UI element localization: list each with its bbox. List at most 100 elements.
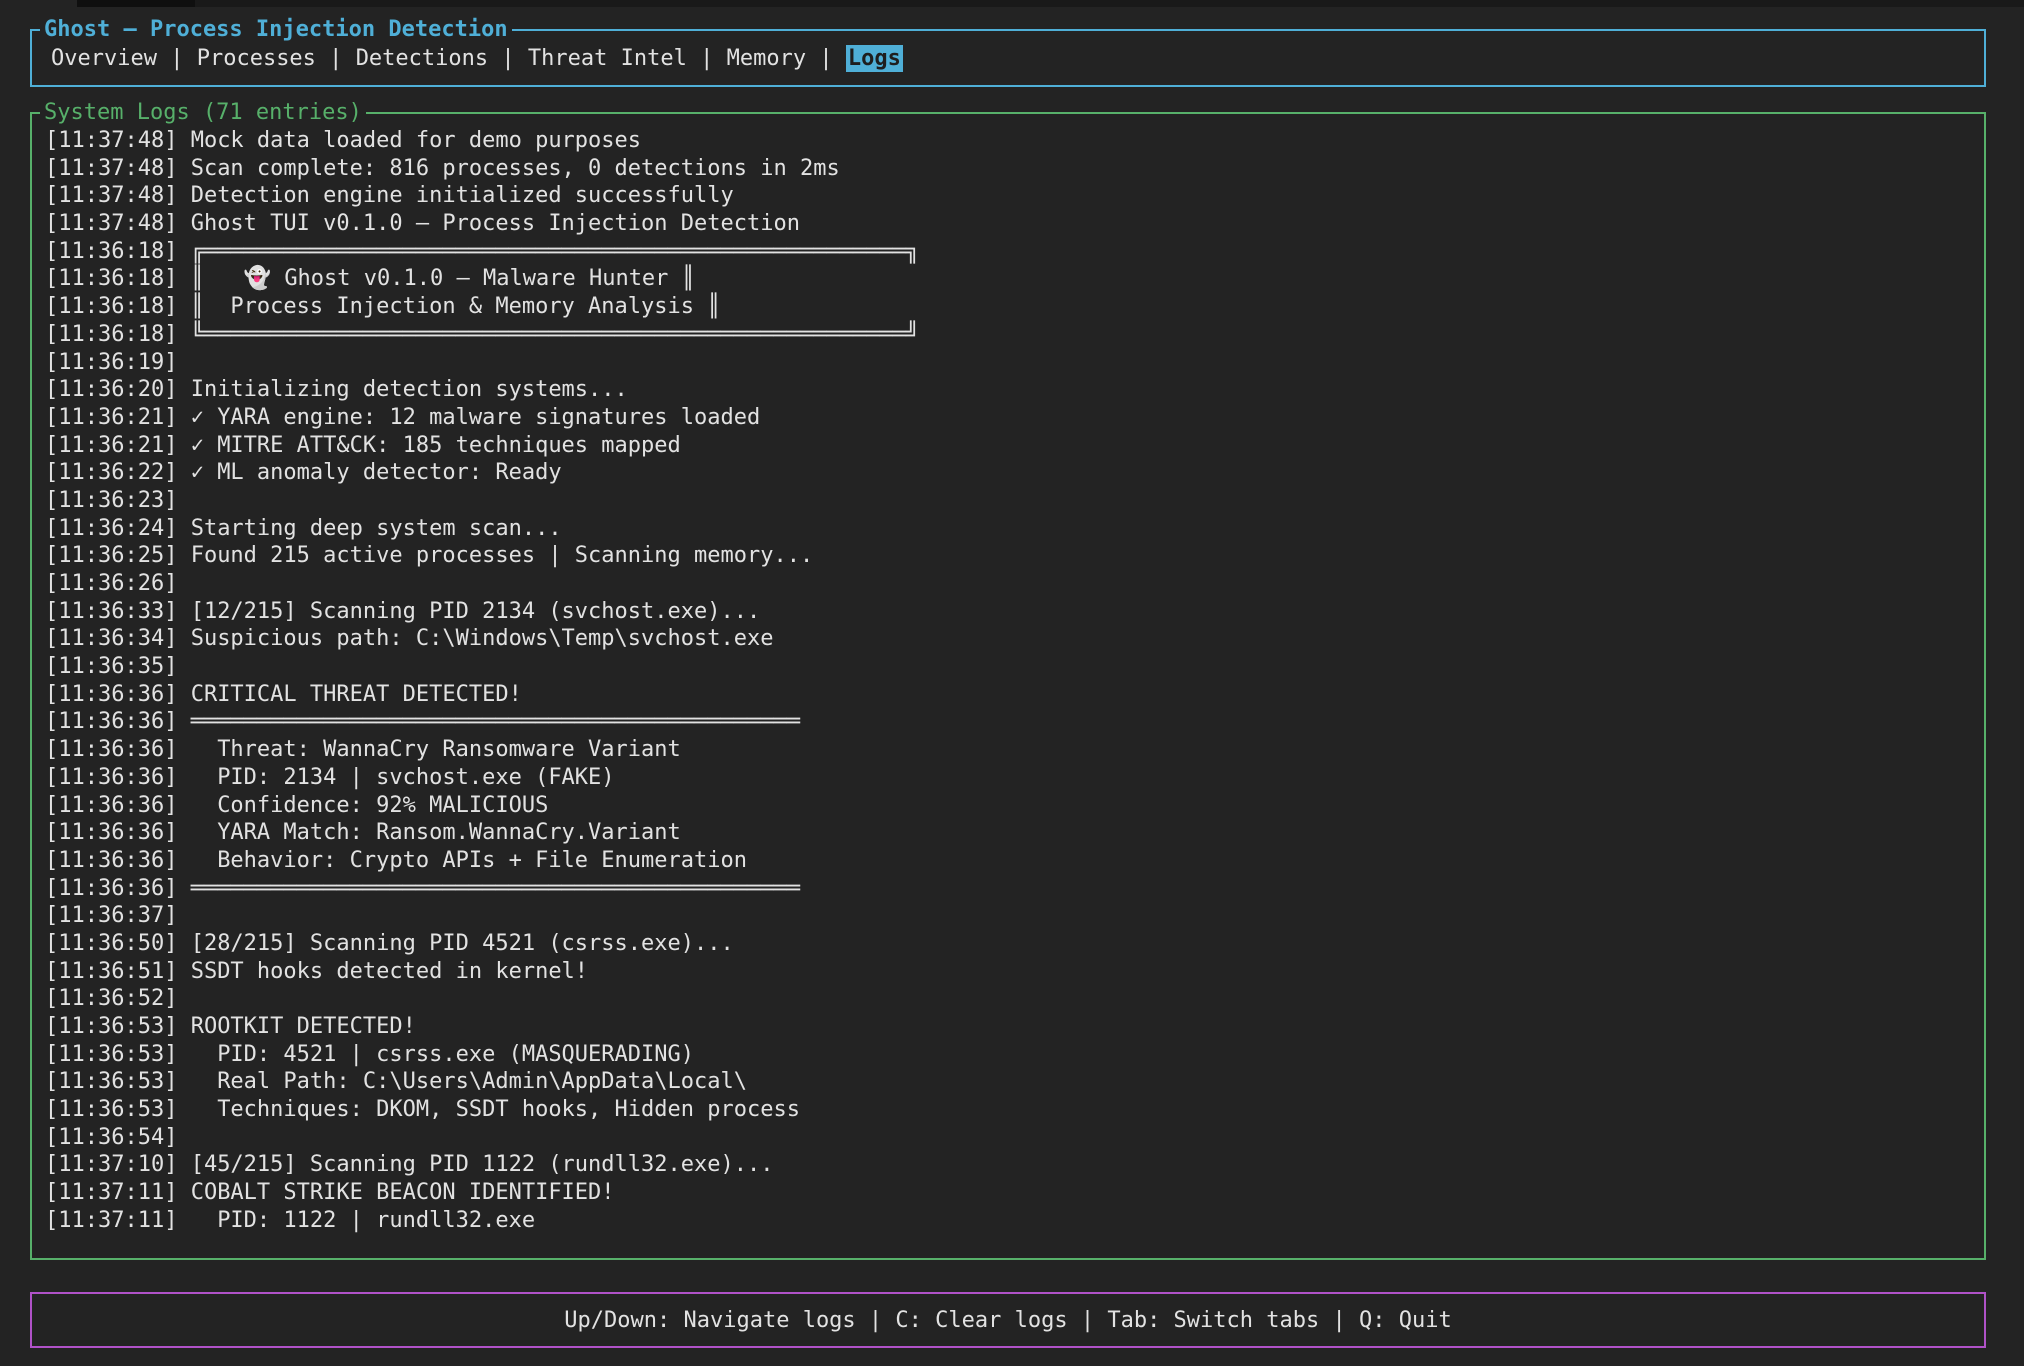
log-entry: [11:36:34] Suspicious path: C:\Windows\T… <box>45 625 1978 653</box>
log-entry: [11:36:19] <box>45 349 1978 377</box>
log-entry: [11:37:48] Ghost TUI v0.1.0 — Process In… <box>45 210 1978 238</box>
log-timestamp: [11:36:34] <box>45 626 177 651</box>
log-timestamp: [11:36:23] <box>45 488 177 513</box>
log-message: CRITICAL THREAT DETECTED! <box>177 682 521 707</box>
log-message: ✓ YARA engine: 12 malware signatures loa… <box>177 405 760 430</box>
header-panel: Ghost — Process Injection Detection Over… <box>30 29 1986 87</box>
log-timestamp: [11:36:53] <box>45 1097 177 1122</box>
tab-separator: | <box>687 46 727 71</box>
log-message: ════════════════════════════════════════… <box>177 876 800 901</box>
log-timestamp: [11:36:53] <box>45 1042 177 1067</box>
log-message: Starting deep system scan... <box>177 516 561 541</box>
log-timestamp: [11:36:18] <box>45 294 177 319</box>
log-entry: [11:36:18] ║ Process Injection & Memory … <box>45 293 1978 321</box>
log-timestamp: [11:37:48] <box>45 183 177 208</box>
log-entry: [11:37:48] Mock data loaded for demo pur… <box>45 127 1978 155</box>
log-message: Techniques: DKOM, SSDT hooks, Hidden pro… <box>177 1097 800 1122</box>
log-message: ════════════════════════════════════════… <box>177 709 800 734</box>
log-entry: [11:36:20] Initializing detection system… <box>45 376 1978 404</box>
tab-detections[interactable]: Detections <box>356 46 488 71</box>
log-timestamp: [11:37:11] <box>45 1208 177 1233</box>
log-entry: [11:36:36] Behavior: Crypto APIs + File … <box>45 847 1978 875</box>
log-message: [28/215] Scanning PID 4521 (csrss.exe)..… <box>177 931 733 956</box>
log-timestamp: [11:36:21] <box>45 405 177 430</box>
log-entry: [11:36:25] Found 215 active processes | … <box>45 542 1978 570</box>
log-entry: [11:36:53] Techniques: DKOM, SSDT hooks,… <box>45 1096 1978 1124</box>
log-timestamp: [11:36:21] <box>45 433 177 458</box>
log-timestamp: [11:37:48] <box>45 156 177 181</box>
log-message: PID: 4521 | csrss.exe (MASQUERADING) <box>177 1042 694 1067</box>
log-entry: [11:36:18] ╔════════════════════════════… <box>45 238 1978 266</box>
log-list[interactable]: [11:37:48] Mock data loaded for demo pur… <box>32 114 1984 1258</box>
log-message: Detection engine initialized successfull… <box>177 183 733 208</box>
log-entry: [11:36:23] <box>45 487 1978 515</box>
log-timestamp: [11:36:24] <box>45 516 177 541</box>
log-message: ║ 👻 Ghost v0.1.0 — Malware Hunter ║ <box>177 266 694 291</box>
log-entry: [11:37:11] PID: 1122 | rundll32.exe <box>45 1207 1978 1235</box>
log-entry: [11:37:48] Detection engine initialized … <box>45 182 1978 210</box>
log-timestamp: [11:36:22] <box>45 460 177 485</box>
log-entry: [11:37:10] [45/215] Scanning PID 1122 (r… <box>45 1151 1978 1179</box>
log-timestamp: [11:36:36] <box>45 765 177 790</box>
log-message: Behavior: Crypto APIs + File Enumeration <box>177 848 747 873</box>
log-entry: [11:36:26] <box>45 570 1978 598</box>
log-entry: [11:36:52] <box>45 985 1978 1013</box>
log-timestamp: [11:36:36] <box>45 848 177 873</box>
log-entry: [11:36:22] ✓ ML anomaly detector: Ready <box>45 459 1978 487</box>
tab-threat-intel[interactable]: Threat Intel <box>528 46 687 71</box>
tab-overview[interactable]: Overview <box>51 46 157 71</box>
log-timestamp: [11:36:36] <box>45 820 177 845</box>
log-message: ✓ ML anomaly detector: Ready <box>177 460 561 485</box>
app-title: Ghost — Process Injection Detection <box>40 16 512 44</box>
log-timestamp: [11:36:53] <box>45 1069 177 1094</box>
log-entry: [11:37:48] Scan complete: 816 processes,… <box>45 155 1978 183</box>
tab-logs[interactable]: Logs <box>846 45 903 72</box>
log-message: Ghost TUI v0.1.0 — Process Injection Det… <box>177 211 800 236</box>
log-timestamp: [11:36:26] <box>45 571 177 596</box>
logs-panel-title: System Logs (71 entries) <box>40 99 366 127</box>
log-message: SSDT hooks detected in kernel! <box>177 959 588 984</box>
log-message: Found 215 active processes | Scanning me… <box>177 543 813 568</box>
log-timestamp: [11:36:18] <box>45 266 177 291</box>
log-timestamp: [11:36:36] <box>45 793 177 818</box>
log-message: Confidence: 92% MALICIOUS <box>177 793 548 818</box>
log-timestamp: [11:37:11] <box>45 1180 177 1205</box>
log-message: ╚═══════════════════════════════════════… <box>177 322 919 347</box>
log-timestamp: [11:36:51] <box>45 959 177 984</box>
log-timestamp: [11:36:19] <box>45 350 177 375</box>
log-timestamp: [11:36:20] <box>45 377 177 402</box>
log-entry: [11:36:36] ═════════════════════════════… <box>45 708 1978 736</box>
log-message: ║ Process Injection & Memory Analysis ║ <box>177 294 720 319</box>
log-entry: [11:36:21] ✓ YARA engine: 12 malware sig… <box>45 404 1978 432</box>
keybind-help: Up/Down: Navigate logs | C: Clear logs |… <box>32 1294 1984 1346</box>
log-timestamp: [11:37:10] <box>45 1152 177 1177</box>
log-timestamp: [11:36:18] <box>45 239 177 264</box>
log-message: ROOTKIT DETECTED! <box>177 1014 415 1039</box>
log-timestamp: [11:36:36] <box>45 876 177 901</box>
log-entry: [11:37:11] COBALT STRIKE BEACON IDENTIFI… <box>45 1179 1978 1207</box>
log-entry: [11:36:53] PID: 4521 | csrss.exe (MASQUE… <box>45 1041 1978 1069</box>
log-message: Mock data loaded for demo purposes <box>177 128 641 153</box>
log-entry: [11:36:54] <box>45 1124 1978 1152</box>
log-timestamp: [11:36:36] <box>45 709 177 734</box>
log-entry: [11:36:36] PID: 2134 | svchost.exe (FAKE… <box>45 764 1978 792</box>
log-entry: [11:36:24] Starting deep system scan... <box>45 515 1978 543</box>
log-message: Threat: WannaCry Ransomware Variant <box>177 737 680 762</box>
log-entry: [11:36:33] [12/215] Scanning PID 2134 (s… <box>45 598 1978 626</box>
tab-memory[interactable]: Memory <box>727 46 806 71</box>
log-entry: [11:36:37] <box>45 902 1978 930</box>
log-timestamp: [11:36:25] <box>45 543 177 568</box>
log-timestamp: [11:36:52] <box>45 986 177 1011</box>
log-entry: [11:36:36] YARA Match: Ransom.WannaCry.V… <box>45 819 1978 847</box>
tab-separator: | <box>806 46 846 71</box>
log-message: PID: 1122 | rundll32.exe <box>177 1208 535 1233</box>
log-timestamp: [11:36:18] <box>45 322 177 347</box>
tab-separator: | <box>157 46 197 71</box>
log-timestamp: [11:36:53] <box>45 1014 177 1039</box>
system-logs-panel: System Logs (71 entries) [11:37:48] Mock… <box>30 112 1986 1260</box>
log-timestamp: [11:36:37] <box>45 903 177 928</box>
window-top-edge <box>77 0 2024 7</box>
log-entry: [11:36:51] SSDT hooks detected in kernel… <box>45 958 1978 986</box>
log-entry: [11:36:18] ║ 👻 Ghost v0.1.0 — Malware Hu… <box>45 265 1978 293</box>
tab-processes[interactable]: Processes <box>197 46 316 71</box>
